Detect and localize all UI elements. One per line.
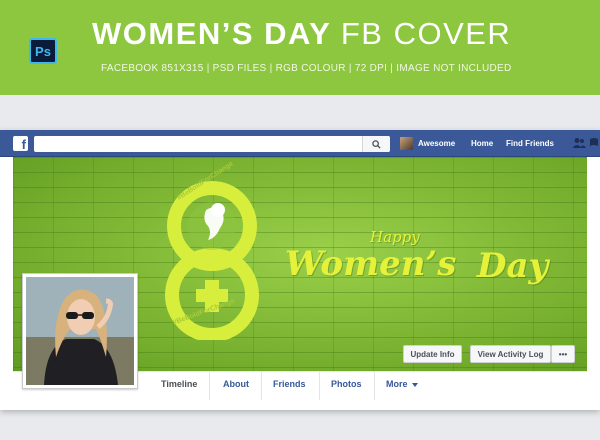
tab-separator	[319, 372, 320, 400]
photoshop-icon: Ps	[29, 38, 57, 64]
nav-user-name[interactable]: Awesome	[418, 139, 455, 148]
facebook-logo-icon[interactable]: f	[13, 136, 28, 151]
more-options-button[interactable]: •••	[551, 345, 575, 363]
search-button[interactable]	[362, 136, 390, 152]
user-avatar[interactable]	[400, 137, 413, 150]
search-input[interactable]	[34, 136, 390, 152]
search-icon	[372, 139, 381, 149]
chevron-down-icon	[411, 382, 418, 387]
messages-icon[interactable]	[590, 137, 598, 149]
tab-photos[interactable]: Photos	[331, 379, 362, 389]
promo-banner: Ps WOMEN’S DAY FB COVER FACEBOOK 851X315…	[0, 0, 600, 95]
tab-more[interactable]: More	[386, 379, 418, 389]
nav-home[interactable]: Home	[471, 139, 493, 148]
tab-more-label: More	[386, 379, 408, 389]
update-info-button[interactable]: Update Info	[403, 345, 462, 363]
banner-title-light: FB COVER	[340, 16, 512, 51]
banner-subtitle: FACEBOOK 851X315 | PSD FILES | RGB COLOU…	[101, 63, 512, 74]
banner-title-bold: WOMEN’S DAY	[92, 16, 331, 51]
tab-about[interactable]: About	[223, 379, 249, 389]
tab-separator	[374, 372, 375, 400]
profile-photo	[26, 277, 134, 385]
person-photo-illustration	[26, 277, 134, 385]
banner-title: WOMEN’S DAY FB COVER	[92, 16, 511, 52]
view-activity-log-button[interactable]: View Activity Log	[470, 345, 551, 363]
tab-separator	[209, 372, 210, 400]
profile-picture[interactable]	[22, 273, 138, 389]
women-symbol-eight-graphic	[165, 181, 259, 340]
womens-text: Women’s	[285, 244, 457, 284]
day-text: Day	[477, 246, 549, 286]
facebook-top-bar: f Awesome Home Find Friends	[0, 130, 600, 157]
notification-icons	[572, 137, 598, 149]
friend-requests-icon[interactable]	[572, 137, 586, 149]
tab-timeline[interactable]: Timeline	[161, 379, 197, 389]
tab-separator	[261, 372, 262, 400]
tab-friends[interactable]: Friends	[273, 379, 306, 389]
nav-find-friends[interactable]: Find Friends	[506, 139, 554, 148]
